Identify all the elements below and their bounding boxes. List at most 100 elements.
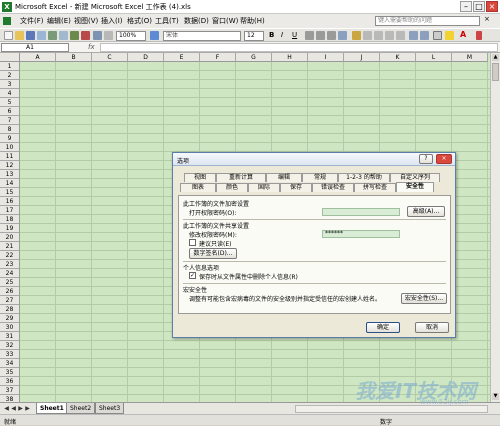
row-header[interactable]: 22	[0, 251, 20, 260]
row-header[interactable]: 30	[0, 323, 20, 332]
select-all-corner[interactable]	[0, 53, 20, 62]
tab-international[interactable]: 国际	[248, 183, 280, 192]
column-header[interactable]: F	[200, 53, 236, 62]
new-icon[interactable]	[4, 31, 13, 40]
print-preview-icon[interactable]	[59, 31, 68, 40]
dialog-close-button[interactable]: ×	[436, 154, 452, 164]
row-header[interactable]: 19	[0, 224, 20, 233]
scroll-thumb[interactable]	[492, 63, 499, 81]
row-header[interactable]: 20	[0, 233, 20, 242]
menu-file[interactable]: 文件(F)	[20, 16, 44, 26]
row-header[interactable]: 25	[0, 278, 20, 287]
increase-decimal-icon[interactable]	[385, 31, 394, 40]
permission-icon[interactable]	[37, 31, 46, 40]
column-header[interactable]: M	[452, 53, 488, 62]
row-header[interactable]: 37	[0, 386, 20, 395]
row-header[interactable]: 31	[0, 332, 20, 341]
last-sheet-icon[interactable]: ▶	[24, 405, 31, 413]
minimize-button[interactable]: –	[460, 1, 472, 12]
row-header[interactable]: 6	[0, 107, 20, 116]
cut-icon[interactable]	[81, 31, 90, 40]
row-header[interactable]: 2	[0, 71, 20, 80]
tab-color[interactable]: 颜色	[216, 183, 248, 192]
font-select[interactable]: 宋体	[163, 31, 241, 41]
ok-button[interactable]: 确定	[366, 322, 400, 333]
row-header[interactable]: 29	[0, 314, 20, 323]
percent-icon[interactable]	[363, 31, 372, 40]
tab-view[interactable]: 视图	[184, 173, 216, 182]
column-header[interactable]: E	[164, 53, 200, 62]
scroll-up-icon[interactable]: ▲	[492, 54, 499, 61]
font-size-select[interactable]: 12	[244, 31, 264, 41]
remove-personal-info-checkbox[interactable]: ✓	[189, 272, 196, 279]
row-header[interactable]: 14	[0, 179, 20, 188]
help-question-box[interactable]: 键入需要帮助的问题	[375, 16, 480, 26]
readonly-checkbox[interactable]	[189, 239, 196, 246]
row-header[interactable]: 33	[0, 350, 20, 359]
italic-button[interactable]: I	[281, 31, 283, 39]
tab-lotus-help[interactable]: 1-2-3 的帮助	[338, 173, 390, 182]
font-color-icon[interactable]: A	[460, 30, 466, 39]
menu-tools[interactable]: 工具(T)	[155, 16, 179, 26]
menu-help[interactable]: 帮助(H)	[240, 16, 265, 26]
currency-icon[interactable]	[352, 31, 361, 40]
menu-edit[interactable]: 编辑(E)	[47, 16, 71, 26]
row-header[interactable]: 9	[0, 134, 20, 143]
help-icon[interactable]	[150, 31, 159, 40]
row-header[interactable]: 38	[0, 395, 20, 402]
menu-data[interactable]: 数据(D)	[184, 16, 209, 26]
spelling-icon[interactable]	[70, 31, 79, 40]
row-header[interactable]: 7	[0, 116, 20, 125]
bold-button[interactable]: B	[269, 31, 274, 39]
sheet-tab-sheet1[interactable]: Sheet1	[36, 403, 68, 414]
row-header[interactable]: 8	[0, 125, 20, 134]
column-header[interactable]: L	[416, 53, 452, 62]
row-header[interactable]: 28	[0, 305, 20, 314]
row-header[interactable]: 12	[0, 161, 20, 170]
first-sheet-icon[interactable]: ◀	[3, 405, 10, 413]
scroll-down-icon[interactable]: ▼	[492, 393, 499, 400]
zoom-select[interactable]: 100%	[116, 31, 146, 41]
row-header[interactable]: 5	[0, 98, 20, 107]
menu-format[interactable]: 格式(O)	[127, 16, 152, 26]
column-header[interactable]: H	[272, 53, 308, 62]
toolbar-options-icon[interactable]	[476, 31, 482, 40]
tab-edit[interactable]: 编辑	[266, 173, 302, 182]
dialog-help-button[interactable]: ?	[419, 154, 433, 164]
column-header[interactable]: G	[236, 53, 272, 62]
sheet-tab-sheet2[interactable]: Sheet2	[66, 403, 96, 414]
row-header[interactable]: 23	[0, 260, 20, 269]
row-header[interactable]: 34	[0, 359, 20, 368]
tab-security[interactable]: 安全性	[396, 182, 434, 192]
tab-save[interactable]: 保存	[280, 183, 312, 192]
column-header[interactable]: J	[344, 53, 380, 62]
digital-signature-button[interactable]: 数字签名(D)...	[189, 248, 237, 259]
formula-input[interactable]	[100, 43, 498, 52]
redo-icon[interactable]	[104, 31, 113, 40]
row-header[interactable]: 27	[0, 296, 20, 305]
column-header[interactable]: C	[92, 53, 128, 62]
comma-style-icon[interactable]	[374, 31, 383, 40]
column-header[interactable]: D	[128, 53, 164, 62]
row-header[interactable]: 24	[0, 269, 20, 278]
row-header[interactable]: 21	[0, 242, 20, 251]
menu-insert[interactable]: 插入(I)	[101, 16, 123, 26]
row-header[interactable]: 4	[0, 89, 20, 98]
column-header[interactable]: A	[20, 53, 56, 62]
column-header[interactable]: K	[380, 53, 416, 62]
sheet-tab-sheet3[interactable]: Sheet3	[95, 403, 125, 414]
row-header[interactable]: 36	[0, 377, 20, 386]
increase-indent-icon[interactable]	[420, 31, 429, 40]
print-icon[interactable]	[48, 31, 57, 40]
close-button[interactable]: ×	[486, 1, 498, 12]
prev-sheet-icon[interactable]: ◀	[10, 405, 17, 413]
decrease-decimal-icon[interactable]	[396, 31, 405, 40]
tab-custom-lists[interactable]: 自定义序列	[390, 173, 440, 182]
tab-error-checking[interactable]: 错误检查	[312, 183, 354, 192]
cancel-button[interactable]: 取消	[415, 322, 449, 333]
save-icon[interactable]	[26, 31, 35, 40]
row-header[interactable]: 15	[0, 188, 20, 197]
tab-spelling[interactable]: 拼写检查	[354, 183, 396, 192]
row-header[interactable]: 11	[0, 152, 20, 161]
row-header[interactable]: 26	[0, 287, 20, 296]
